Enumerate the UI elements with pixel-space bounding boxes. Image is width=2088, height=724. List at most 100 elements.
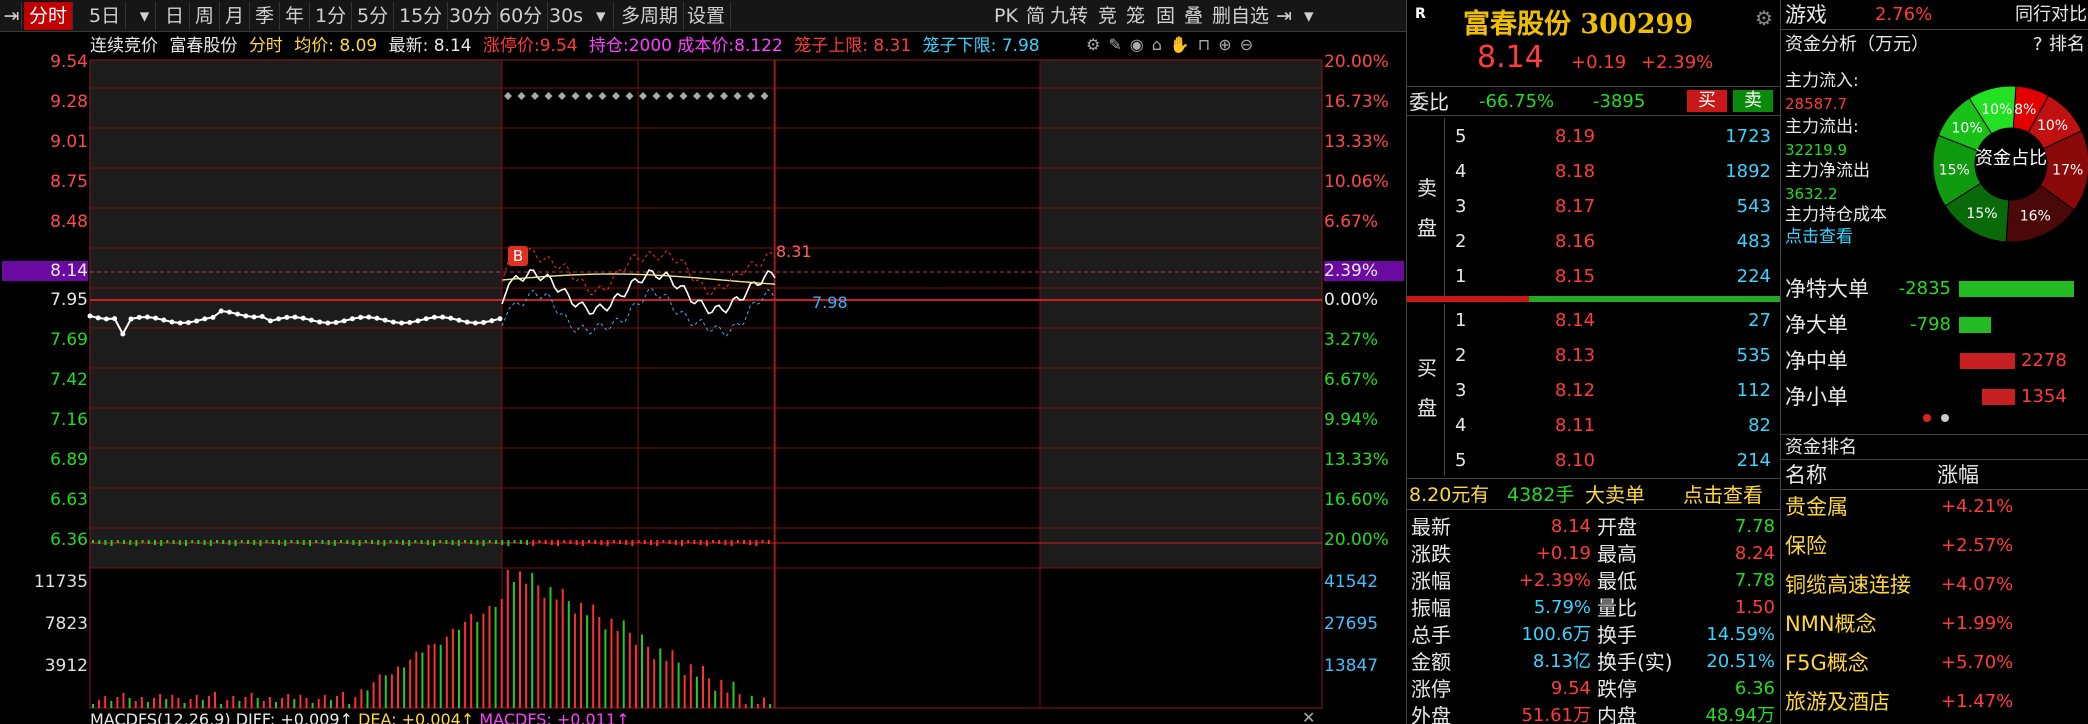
remove-watchlist-button[interactable]: 删自选 xyxy=(1212,2,1269,30)
expand-icon[interactable]: ⇥ xyxy=(1276,2,1292,30)
settings-icon[interactable]: ⚙ xyxy=(1086,35,1108,54)
intraday-chart[interactable]: 连续竞价 富春股份 分时 均价: 8.09 最新: 8.14 涨停价:9.54 … xyxy=(0,32,1406,724)
page-dot[interactable] xyxy=(1941,414,1949,422)
volume-bar xyxy=(189,699,192,708)
simple-button[interactable]: 简 xyxy=(1026,2,1045,30)
rank-item-name[interactable]: 铜缆高速连接 xyxy=(1785,572,1911,598)
sell-price[interactable]: 8.17 xyxy=(1555,194,1595,220)
buy-marker[interactable]: B xyxy=(508,246,528,266)
buy-price[interactable]: 8.10 xyxy=(1555,448,1595,474)
tab-settings[interactable]: 设置 xyxy=(682,2,732,30)
volume-bar xyxy=(702,666,704,708)
zoom-in-icon[interactable]: ⊕ xyxy=(1218,35,1239,54)
volume-bar xyxy=(714,690,717,708)
price-axis-label: 9.01 xyxy=(50,132,88,152)
panel-toggle-icon[interactable]: ⇥ xyxy=(2,2,22,30)
rank-item-name[interactable]: 贵金属 xyxy=(1785,494,1848,520)
net-flow-value: -2835 xyxy=(1898,278,1951,299)
stat-value: 7.78 xyxy=(1734,516,1775,537)
buy-volume: 112 xyxy=(1736,380,1771,401)
tab-game[interactable]: 游戏 xyxy=(1785,2,1827,28)
sell-price[interactable]: 8.18 xyxy=(1555,159,1595,185)
macd-bar xyxy=(674,540,677,545)
sell-volume: 483 xyxy=(1736,231,1771,252)
chevron-down-icon[interactable]: ▾ xyxy=(1304,2,1314,30)
tab-multi-period[interactable]: 多周期 xyxy=(616,2,685,30)
tab-week[interactable]: 周 xyxy=(190,2,221,30)
preauction-point xyxy=(489,318,495,324)
volume-bar xyxy=(628,632,631,708)
cage-button[interactable]: 笼 xyxy=(1126,2,1145,30)
chevron-down-icon[interactable]: ▾ xyxy=(134,2,156,30)
rank-item-name[interactable]: 旅游及酒店 xyxy=(1785,689,1890,715)
sell-button[interactable]: 卖 xyxy=(1733,90,1773,112)
pk-button[interactable]: PK xyxy=(994,2,1018,30)
gear-icon[interactable]: ⚙ xyxy=(1755,6,1773,30)
buy-price[interactable]: 8.12 xyxy=(1555,378,1595,404)
macd-bar xyxy=(650,540,652,545)
tab-industry-compare[interactable]: 同行对比 xyxy=(2015,2,2087,28)
nine-turn-button[interactable]: 九转 xyxy=(1050,2,1088,30)
preauction-point xyxy=(128,316,134,322)
volume-bar xyxy=(573,613,576,708)
rank-item-name[interactable]: F5G概念 xyxy=(1785,650,1869,676)
overlay-button[interactable]: 叠 xyxy=(1184,2,1203,30)
tab-30min[interactable]: 30分 xyxy=(444,2,499,30)
macd-bar xyxy=(712,540,714,543)
store-icon[interactable]: ⌂ xyxy=(1152,35,1170,54)
tab-intraday[interactable]: 分时 xyxy=(24,2,74,30)
latest-price-label: 最新: 8.14 xyxy=(388,36,472,56)
pen-icon[interactable]: ✎ xyxy=(1108,35,1129,54)
macd-bar xyxy=(476,540,479,545)
macd-bar xyxy=(501,540,504,545)
buy-price[interactable]: 8.14 xyxy=(1555,308,1595,334)
rank-item-name[interactable]: 保险 xyxy=(1785,533,1827,559)
volume-axis-label: 11735 xyxy=(33,572,88,592)
volume-bar xyxy=(756,704,759,708)
volume-bar xyxy=(183,703,186,708)
cost-link[interactable]: 点击查看 xyxy=(1785,224,1853,250)
buy-price[interactable]: 8.13 xyxy=(1555,343,1595,369)
tab-5day[interactable]: 5日 xyxy=(84,2,127,30)
stat-value: 48.94万 xyxy=(1705,705,1775,724)
volume-axis-label: 7823 xyxy=(44,614,88,634)
tab-5min[interactable]: 5分 xyxy=(352,2,395,30)
page-dot-active[interactable] xyxy=(1923,414,1931,422)
volume-bar xyxy=(317,699,320,708)
tab-month[interactable]: 月 xyxy=(220,2,251,30)
help-icon[interactable]: ? xyxy=(2033,32,2043,58)
tab-year[interactable]: 年 xyxy=(280,2,311,30)
macd-bar xyxy=(185,540,187,546)
stat-value: 51.61万 xyxy=(1521,705,1591,724)
volume-bar xyxy=(311,703,314,708)
lock-icon[interactable]: ⊓ xyxy=(1198,35,1218,54)
tab-60min[interactable]: 60分 xyxy=(494,2,549,30)
rank-link[interactable]: 排名 xyxy=(2049,32,2085,58)
rank-col-pct[interactable]: 涨幅 xyxy=(1937,462,1979,488)
rank-col-name[interactable]: 名称 xyxy=(1785,462,1827,488)
sell-price[interactable]: 8.15 xyxy=(1555,264,1595,290)
buy-button[interactable]: 买 xyxy=(1687,90,1727,112)
tab-day[interactable]: 日 xyxy=(160,2,191,30)
rank-item-name[interactable]: NMN概念 xyxy=(1785,611,1877,637)
macd-bar xyxy=(606,540,609,546)
auction-button[interactable]: 竞 xyxy=(1098,2,1117,30)
close-icon[interactable]: ✕ xyxy=(1302,708,1315,724)
chevron-down-icon[interactable]: ▾ xyxy=(596,2,616,30)
tab-1min[interactable]: 1分 xyxy=(310,2,353,30)
macd-bar xyxy=(147,540,150,544)
sell-price[interactable]: 8.19 xyxy=(1555,124,1595,150)
tab-season[interactable]: 季 xyxy=(250,2,281,30)
macd-bar xyxy=(662,540,665,543)
sell-price[interactable]: 8.16 xyxy=(1555,229,1595,255)
volume-bar xyxy=(445,636,448,708)
buy-price[interactable]: 8.11 xyxy=(1555,413,1595,439)
zoom-out-icon[interactable]: ⊖ xyxy=(1240,35,1261,54)
big-order-link[interactable]: 点击查看 xyxy=(1683,482,1763,508)
after-shade xyxy=(1040,60,1322,568)
hand-icon[interactable]: ✋ xyxy=(1170,35,1198,54)
tab-15min[interactable]: 15分 xyxy=(394,2,449,30)
fixed-button[interactable]: 固 xyxy=(1156,2,1175,30)
macd-bar xyxy=(631,540,634,546)
eye-icon[interactable]: ◉ xyxy=(1130,35,1152,54)
